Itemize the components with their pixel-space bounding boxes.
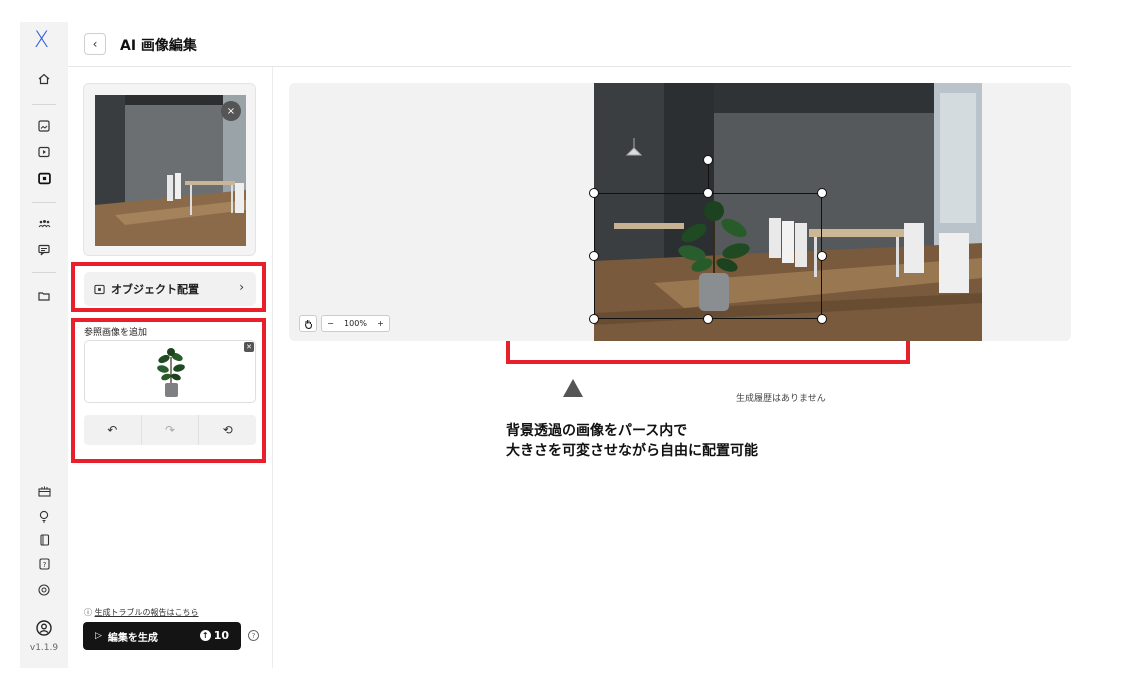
gift-icon[interactable] xyxy=(36,483,52,499)
remove-reference-button[interactable]: ✕ xyxy=(244,342,254,352)
resize-handle-top-right[interactable] xyxy=(817,188,827,198)
video-icon[interactable] xyxy=(36,144,52,160)
generate-cost: ↑ 10 xyxy=(199,629,229,642)
reference-label: 参照画像を追加 xyxy=(84,328,148,338)
no-history-text: 生成履歴はありません xyxy=(736,394,826,404)
zoom-in-button[interactable]: + xyxy=(377,319,384,328)
panel-divider xyxy=(272,67,273,668)
close-icon: ✕ xyxy=(246,343,252,351)
plant-image xyxy=(157,348,185,397)
generate-label: 編集を生成 xyxy=(107,632,158,644)
resize-handle-top[interactable] xyxy=(703,188,713,198)
zoom-control: − 100% + xyxy=(321,315,390,332)
folder-icon[interactable] xyxy=(36,288,52,304)
info-icon: ⓘ xyxy=(84,608,92,617)
object-placement-label: オブジェクト配置 xyxy=(111,283,199,296)
page-title: AI 画像編集 xyxy=(120,38,197,54)
resize-handle-bottom[interactable] xyxy=(703,314,713,324)
object-placement-button[interactable]: オブジェクト配置 › xyxy=(84,272,256,306)
reset-button[interactable]: ⟲ xyxy=(198,415,256,445)
rail-divider xyxy=(32,104,56,105)
undo-icon: ↶ xyxy=(107,423,118,437)
image-edit-icon xyxy=(94,284,105,295)
pan-tool-button[interactable] xyxy=(299,315,317,332)
resize-handle-left[interactable] xyxy=(589,251,599,261)
play-icon: ▷ xyxy=(95,631,102,641)
trouble-report: ⓘ 生成トラブルの報告はこちら xyxy=(84,607,199,618)
chat-icon[interactable] xyxy=(36,242,52,258)
resize-handle-bottom-left[interactable] xyxy=(589,314,599,324)
team-icon[interactable] xyxy=(36,216,52,232)
source-image-card[interactable]: × xyxy=(83,83,256,256)
resize-handle-bottom-right[interactable] xyxy=(817,314,827,324)
rotate-handle[interactable] xyxy=(703,155,713,165)
nav-rail: X ? v1.1.9 xyxy=(20,22,68,668)
app-logo[interactable]: X xyxy=(34,30,54,52)
remove-source-button[interactable]: × xyxy=(221,101,241,121)
support-icon[interactable] xyxy=(36,582,52,598)
credit-icon: ↑ xyxy=(199,630,211,641)
hand-icon xyxy=(304,319,312,329)
account-icon[interactable] xyxy=(36,620,52,636)
book-icon[interactable] xyxy=(36,532,52,548)
redo-icon: ↷ xyxy=(164,423,176,437)
zoom-level: 100% xyxy=(344,319,367,328)
zoom-out-button[interactable]: − xyxy=(327,319,334,328)
chevron-left-icon: ‹ xyxy=(92,37,98,51)
app-version: v1.1.9 xyxy=(29,643,59,653)
refresh-icon: ⟲ xyxy=(222,423,233,437)
generate-cost-value: 10 xyxy=(213,629,229,642)
svg-text:?: ? xyxy=(42,561,46,569)
generate-help-icon[interactable]: ? xyxy=(248,630,259,641)
reference-image-card[interactable] xyxy=(84,340,256,403)
rail-divider xyxy=(32,202,56,203)
image-icon[interactable] xyxy=(36,118,52,134)
annotation-line-1: 背景透過の画像をパース内で xyxy=(506,423,688,439)
resize-handle-top-left[interactable] xyxy=(589,188,599,198)
generate-edit-button[interactable]: ▷ 編集を生成 ↑ 10 xyxy=(83,622,241,650)
redo-button[interactable]: ↷ xyxy=(140,415,199,445)
object-selection-box[interactable] xyxy=(594,193,822,319)
annotation-caption: 背景透過の画像をパース内で 大きさを可変させながら自由に配置可能 xyxy=(506,421,758,461)
back-button[interactable]: ‹ xyxy=(84,33,106,55)
home-icon[interactable] xyxy=(36,71,52,87)
annotation-arrow xyxy=(563,379,583,397)
rail-divider xyxy=(32,272,56,273)
annotation-line-2: 大きさを可変させながら自由に配置可能 xyxy=(506,443,758,459)
resize-handle-right[interactable] xyxy=(817,251,827,261)
chevron-right-icon: › xyxy=(239,280,244,294)
trouble-report-link[interactable]: 生成トラブルの報告はこちら xyxy=(95,608,199,617)
page-header: ‹ AI 画像編集 xyxy=(68,22,1071,67)
undo-button[interactable]: ↶ xyxy=(84,415,141,445)
help-icon[interactable]: ? xyxy=(36,556,52,572)
close-icon: × xyxy=(226,105,236,117)
edit-toolbar: ↶ ↷ ⟲ xyxy=(84,415,256,445)
image-edit-icon[interactable] xyxy=(36,170,52,186)
lightbulb-icon[interactable] xyxy=(36,508,52,524)
